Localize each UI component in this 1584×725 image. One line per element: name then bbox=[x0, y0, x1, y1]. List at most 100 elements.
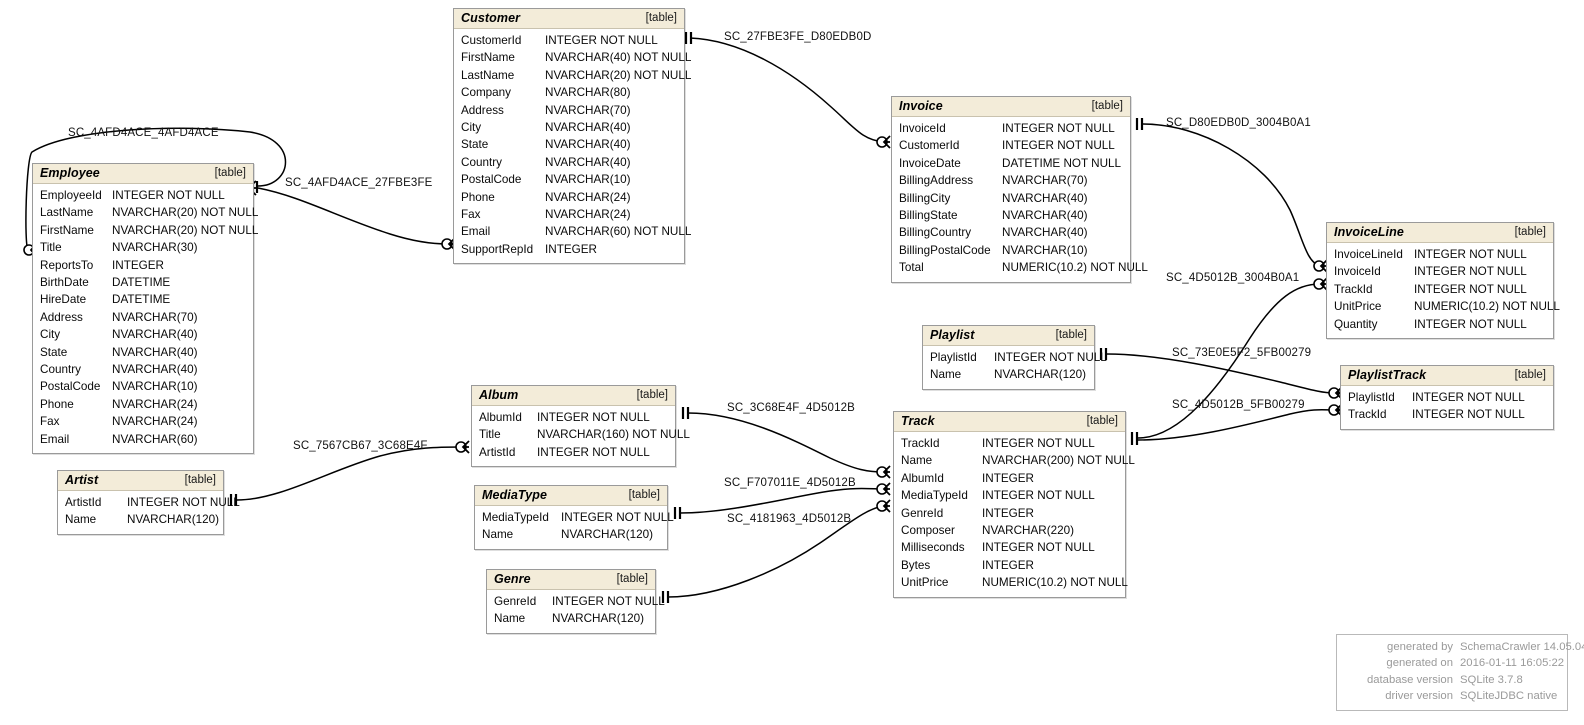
column-type: INTEGER NOT NULL bbox=[982, 437, 1095, 450]
column-row[interactable]: Name NVARCHAR(120) bbox=[930, 366, 1087, 383]
column-row[interactable]: State NVARCHAR(40) bbox=[461, 136, 677, 153]
column-row[interactable]: Name NVARCHAR(120) bbox=[482, 526, 660, 543]
table-customer[interactable]: Customer [table] CustomerId INTEGER NOT NUL… bbox=[453, 8, 691, 265]
column-row[interactable]: Fax NVARCHAR(24) bbox=[40, 413, 246, 430]
column-row[interactable]: InvoiceDate DATETIME NOT NULL bbox=[899, 155, 1123, 172]
column-row[interactable]: PlaylistId INTEGER NOT NULL bbox=[1348, 389, 1546, 406]
table-invoiceline[interactable]: InvoiceLine [table] InvoiceLineId INTEGER N… bbox=[1326, 222, 1560, 340]
table-artist[interactable]: Artist [table] ArtistId INTEGER NOT NULL Nam… bbox=[57, 470, 240, 535]
column-row[interactable]: PostalCode NVARCHAR(10) bbox=[40, 378, 246, 395]
table-title: Genre bbox=[494, 572, 531, 586]
column-row[interactable]: LastName NVARCHAR(20) NOT NULL bbox=[40, 204, 258, 221]
column-row[interactable]: Composer NVARCHAR(220) bbox=[901, 522, 1118, 539]
column-row[interactable]: Total NUMERIC(10.2) NOT NULL bbox=[899, 259, 1148, 276]
column-row[interactable]: GenreId INTEGER bbox=[901, 505, 1118, 522]
column-row[interactable]: BillingAddress NVARCHAR(70) bbox=[899, 172, 1123, 189]
column-row[interactable]: BillingCountry NVARCHAR(40) bbox=[899, 224, 1123, 241]
column-row[interactable]: Milliseconds INTEGER NOT NULL bbox=[901, 539, 1118, 556]
column-row[interactable]: Country NVARCHAR(40) bbox=[461, 154, 677, 171]
table-employee[interactable]: Employee [table] EmployeeId INTEGER NOT NUL… bbox=[32, 163, 258, 455]
column-row[interactable]: LastName NVARCHAR(20) NOT NULL bbox=[461, 67, 691, 84]
column-row[interactable]: BillingCity NVARCHAR(40) bbox=[899, 190, 1123, 207]
table-title: Album bbox=[479, 388, 519, 402]
column-row[interactable]: Title NVARCHAR(160) NOT NULL bbox=[479, 426, 690, 443]
table-mediatype[interactable]: MediaType [table] MediaTypeId INTEGER NOT N… bbox=[474, 485, 674, 550]
column-row[interactable]: Name NVARCHAR(120) bbox=[494, 610, 648, 627]
column-row[interactable]: PostalCode NVARCHAR(10) bbox=[461, 171, 677, 188]
generation-info-row: driver version SQLiteJDBC native bbox=[1345, 688, 1559, 704]
column-row[interactable]: Company NVARCHAR(80) bbox=[461, 84, 677, 101]
relationship-label-r6: SC_73E0E5F2_5FB00279 bbox=[1172, 347, 1312, 359]
column-row[interactable]: UnitPrice NUMERIC(10.2) NOT NULL bbox=[1334, 298, 1560, 315]
column-row[interactable]: Phone NVARCHAR(24) bbox=[40, 396, 246, 413]
table-kind-tag: [table] bbox=[616, 573, 648, 585]
column-row[interactable]: BillingPostalCode NVARCHAR(10) bbox=[899, 242, 1123, 259]
table-track[interactable]: Track [table] TrackId INTEGER NOT NULL Name N… bbox=[893, 411, 1135, 598]
column-name: Phone bbox=[40, 397, 74, 411]
table-kind-tag: [table] bbox=[636, 389, 668, 401]
column-type: NVARCHAR(40) NOT NULL bbox=[545, 51, 692, 65]
table-invoice[interactable]: Invoice [table] InvoiceId INTEGER NOT NULL C… bbox=[891, 96, 1148, 283]
column-name: PlaylistId bbox=[930, 351, 977, 364]
column-type: INTEGER NOT NULL bbox=[994, 351, 1107, 364]
table-album[interactable]: Album [table] AlbumId INTEGER NOT NULL Title… bbox=[471, 385, 690, 468]
column-row[interactable]: Email NVARCHAR(60) NOT NULL bbox=[461, 223, 691, 240]
column-row[interactable]: FirstName NVARCHAR(20) NOT NULL bbox=[40, 222, 258, 239]
column-name: Name bbox=[930, 368, 962, 382]
column-row[interactable]: InvoiceId INTEGER NOT NULL bbox=[899, 120, 1123, 137]
column-row[interactable]: ArtistId INTEGER NOT NULL bbox=[65, 494, 240, 511]
column-name: PostalCode bbox=[40, 380, 101, 394]
column-row[interactable]: Email NVARCHAR(60) bbox=[40, 431, 246, 448]
column-type: INTEGER bbox=[982, 558, 1034, 572]
column-row[interactable]: Name NVARCHAR(200) NOT NULL bbox=[901, 452, 1135, 469]
column-row[interactable]: CustomerId INTEGER NOT NULL bbox=[461, 32, 677, 49]
relationship-label-r7: SC_4D5012B_5FB00279 bbox=[1172, 399, 1305, 411]
column-row[interactable]: State NVARCHAR(40) bbox=[40, 344, 246, 361]
column-row[interactable]: TrackId INTEGER NOT NULL bbox=[1334, 281, 1546, 298]
column-row[interactable]: SupportRepId INTEGER bbox=[461, 241, 677, 258]
column-row[interactable]: TrackId INTEGER NOT NULL bbox=[1348, 406, 1546, 423]
column-row[interactable]: HireDate DATETIME bbox=[40, 291, 246, 308]
column-type: NVARCHAR(60) NOT NULL bbox=[545, 225, 692, 239]
column-row[interactable]: ReportsTo INTEGER bbox=[40, 257, 246, 274]
column-row[interactable]: Address NVARCHAR(70) bbox=[461, 102, 677, 119]
column-row[interactable]: Address NVARCHAR(70) bbox=[40, 309, 246, 326]
column-row[interactable]: GenreId INTEGER NOT NULL bbox=[494, 593, 665, 610]
column-name: UnitPrice bbox=[901, 576, 949, 590]
column-row[interactable]: Name NVARCHAR(120) bbox=[65, 511, 219, 528]
column-name: TrackId bbox=[1334, 282, 1373, 296]
table-genre[interactable]: Genre [table] GenreId INTEGER NOT NULL Name N… bbox=[486, 569, 665, 634]
table-title: PlaylistTrack bbox=[1348, 368, 1427, 382]
table-playlisttrack[interactable]: PlaylistTrack [table] PlaylistId INTEGER NO… bbox=[1340, 365, 1554, 430]
column-row[interactable]: TrackId INTEGER NOT NULL bbox=[901, 435, 1118, 452]
column-name: LastName bbox=[40, 206, 94, 220]
column-row[interactable]: Title NVARCHAR(30) bbox=[40, 239, 246, 256]
column-row[interactable]: City NVARCHAR(40) bbox=[461, 119, 677, 136]
column-row[interactable]: City NVARCHAR(40) bbox=[40, 326, 246, 343]
column-row[interactable]: UnitPrice NUMERIC(10.2) NOT NULL bbox=[901, 574, 1128, 591]
column-row[interactable]: Quantity INTEGER NOT NULL bbox=[1334, 316, 1546, 333]
column-row[interactable]: CustomerId INTEGER NOT NULL bbox=[899, 137, 1123, 154]
column-row[interactable]: MediaTypeId INTEGER NOT NULL bbox=[901, 487, 1118, 504]
column-row[interactable]: Fax NVARCHAR(24) bbox=[461, 206, 677, 223]
column-name: GenreId bbox=[494, 595, 537, 608]
column-row[interactable]: InvoiceId INTEGER NOT NULL bbox=[1334, 263, 1546, 280]
column-row[interactable]: AlbumId INTEGER bbox=[901, 470, 1118, 487]
column-row[interactable]: BillingState NVARCHAR(40) bbox=[899, 207, 1123, 224]
column-row[interactable]: InvoiceLineId INTEGER NOT NULL bbox=[1334, 246, 1546, 263]
column-row[interactable]: ArtistId INTEGER NOT NULL bbox=[479, 444, 668, 461]
column-row[interactable]: AlbumId INTEGER NOT NULL bbox=[479, 409, 668, 426]
relationship-label-r9: SC_7567CB67_3C68E4F bbox=[293, 440, 428, 452]
table-columns-mediatype: MediaTypeId INTEGER NOT NULL Name NVARCHAR(… bbox=[475, 506, 674, 549]
table-playlist[interactable]: Playlist [table] PlaylistId INTEGER NOT NUL… bbox=[922, 325, 1107, 390]
column-row[interactable]: MediaTypeId INTEGER NOT NULL bbox=[482, 509, 674, 526]
column-type: NVARCHAR(40) bbox=[545, 121, 631, 135]
column-row[interactable]: PlaylistId INTEGER NOT NULL bbox=[930, 349, 1107, 366]
column-row[interactable]: Bytes INTEGER bbox=[901, 557, 1118, 574]
column-row[interactable]: EmployeeId INTEGER NOT NULL bbox=[40, 187, 246, 204]
column-type: INTEGER NOT NULL bbox=[537, 411, 650, 424]
column-row[interactable]: Country NVARCHAR(40) bbox=[40, 361, 246, 378]
column-row[interactable]: Phone NVARCHAR(24) bbox=[461, 189, 677, 206]
column-row[interactable]: FirstName NVARCHAR(40) NOT NULL bbox=[461, 49, 691, 66]
column-row[interactable]: BirthDate DATETIME bbox=[40, 274, 246, 291]
